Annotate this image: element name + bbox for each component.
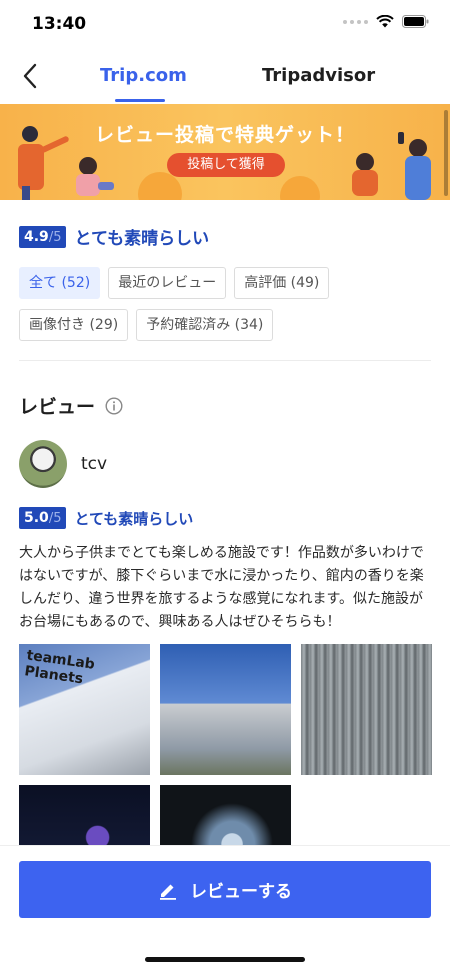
battery-icon [402, 15, 429, 28]
review-author[interactable]: tcv [19, 440, 107, 488]
overall-rating-label: とても素晴らしい [74, 229, 210, 249]
photo-caption: teamLab Planets [23, 647, 96, 688]
chevron-left-icon [23, 63, 37, 89]
overall-score-max: /5 [48, 229, 62, 245]
filter-row: 画像付き (29) 予約確認済み (34) [19, 309, 439, 341]
top-nav: Trip.com Tripadvisor [0, 50, 450, 104]
info-icon[interactable] [105, 396, 123, 415]
banner-illustration [18, 126, 431, 200]
review-score-badge: 5.0/5 [19, 507, 67, 529]
review-score-max: /5 [48, 511, 62, 526]
review-rating-label: とても素晴らしい [74, 509, 194, 528]
home-indicator [145, 957, 305, 962]
status-icons [343, 15, 430, 28]
review-filters: 全て (52) 最近のレビュー 高評価 (49) 画像付き (29) 予約確認済… [19, 267, 439, 351]
filter-chip-with-photos[interactable]: 画像付き (29) [19, 309, 129, 341]
filter-chip-recent[interactable]: 最近のレビュー [108, 267, 227, 299]
filter-chip-all[interactable]: 全て (52) [19, 267, 101, 299]
review-username: tcv [81, 454, 108, 474]
wifi-icon [376, 15, 394, 28]
review-photo[interactable] [160, 644, 291, 775]
avatar[interactable] [19, 440, 67, 488]
banner-earn-button[interactable]: 投稿して獲得 [167, 153, 285, 177]
divider [19, 360, 431, 361]
scrollbar[interactable] [444, 110, 448, 196]
overall-score-badge: 4.9/5 [19, 225, 67, 248]
review-rating: 5.0/5 とても素晴らしい [19, 507, 193, 529]
overall-rating: 4.9/5 とても素晴らしい [19, 224, 209, 249]
overall-score: 4.9 [24, 228, 49, 245]
active-tab-indicator [115, 99, 165, 102]
filter-chip-verified[interactable]: 予約確認済み (34) [136, 309, 274, 341]
reviews-section-header: レビュー [19, 392, 123, 419]
banner-title: レビュー投稿で特典ゲット！ [94, 124, 355, 146]
write-review-button[interactable]: レビューする [19, 861, 431, 918]
status-time: 13:40 [32, 14, 87, 34]
write-review-label: レビューする [190, 882, 292, 902]
signal-icon [343, 19, 368, 24]
tab-tripadvisor[interactable]: Tripadvisor [262, 65, 375, 86]
filter-row: 全て (52) 最近のレビュー 高評価 (49) [19, 267, 439, 299]
edit-icon [160, 884, 176, 900]
back-button[interactable] [14, 60, 46, 92]
review-photo[interactable] [301, 644, 432, 775]
status-bar: 13:40 [0, 0, 450, 50]
review-photo[interactable]: teamLab Planets [19, 644, 150, 775]
review-score: 5.0 [24, 510, 49, 526]
review-text: 大人から子供までとても楽しめる施設です！作品数が多いわけではないですが、膝下ぐら… [19, 545, 424, 630]
bottom-action-bar: レビューする [0, 845, 450, 972]
filter-chip-high-rating[interactable]: 高評価 (49) [234, 267, 330, 299]
promo-banner[interactable]: レビュー投稿で特典ゲット！ 投稿して獲得 [0, 104, 450, 200]
section-title: レビュー [19, 396, 96, 418]
tab-trip-com[interactable]: Trip.com [100, 65, 187, 86]
